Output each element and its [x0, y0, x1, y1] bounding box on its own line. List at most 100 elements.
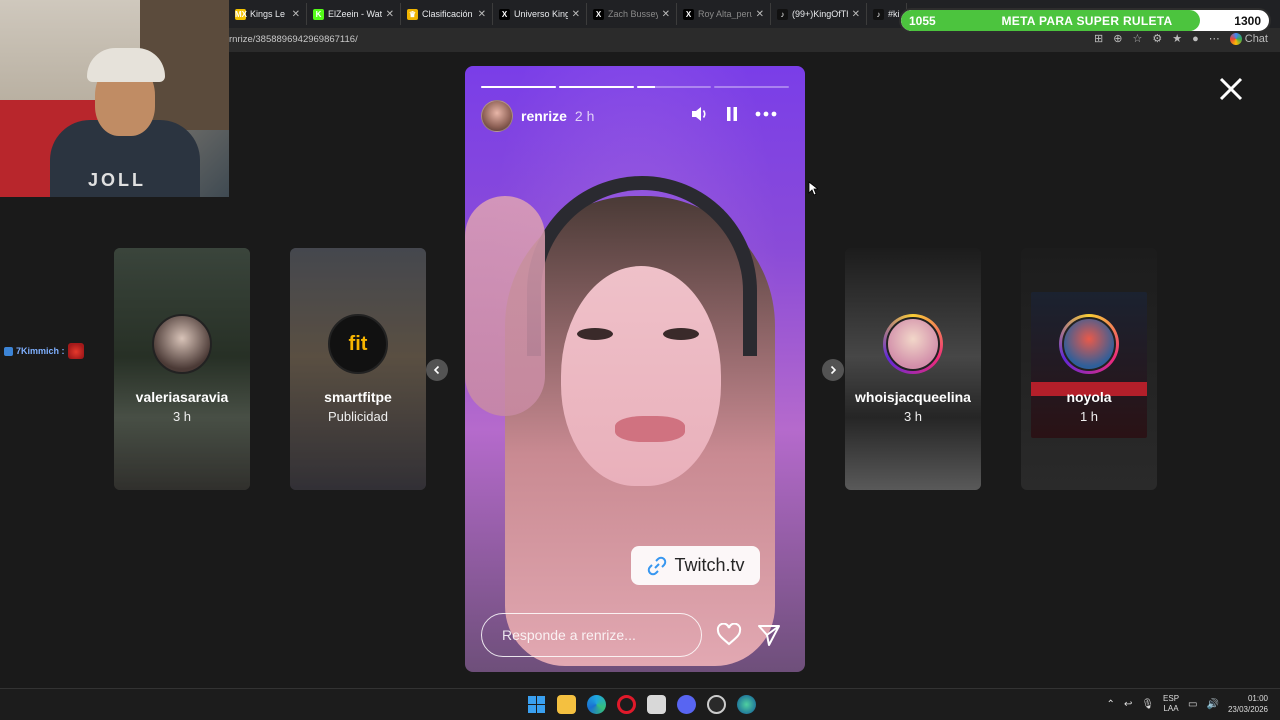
- chat-username: 7Kimmich :: [16, 346, 65, 356]
- input-language[interactable]: ESP LAA: [1163, 694, 1179, 714]
- smartfit-logo: fit: [348, 332, 368, 355]
- chat-button[interactable]: Chat: [1229, 32, 1268, 45]
- reply-input[interactable]: [482, 614, 701, 656]
- side-story-username: whoisjacqueelina: [855, 389, 971, 405]
- tab-favicon-icon: K: [313, 8, 324, 20]
- tab-close-icon[interactable]: ✕: [662, 9, 670, 20]
- browser-tab[interactable]: X Zach Bussey c ✕: [587, 3, 677, 25]
- side-story-avatar: fit: [328, 314, 388, 374]
- side-story-time: 3 h: [172, 409, 192, 424]
- favorites-icon[interactable]: ★: [1172, 32, 1182, 45]
- side-story-smartfitpe[interactable]: fit smartfitpe Publicidad: [290, 248, 426, 490]
- windows-taskbar: ⌃ ↩ 🎙 ESP LAA ▭ 🔊 01:00 23/03/2026: [0, 688, 1280, 720]
- profile-icon[interactable]: ●: [1192, 33, 1199, 45]
- tab-favicon-icon: X: [499, 8, 510, 20]
- stream-goal-bar: 1055 META PARA SUPER RULETA 1300: [899, 8, 1271, 33]
- side-story-whoisjacqueelina[interactable]: whoisjacqueelina 3 h: [845, 248, 981, 490]
- extensions-icon[interactable]: ⚙: [1152, 32, 1162, 45]
- tab-title: Universo Kings: [514, 9, 568, 19]
- next-story-button[interactable]: [822, 359, 844, 381]
- discord-icon[interactable]: [677, 695, 696, 714]
- zoom-icon[interactable]: ⊕: [1113, 32, 1122, 45]
- story-progress-segment: [636, 86, 712, 88]
- active-story[interactable]: renrize 2 h Twitch.tv Responde a renrize…: [465, 66, 805, 672]
- browser-tab[interactable]: K ElZeein - Watc ✕: [307, 3, 401, 25]
- volume-icon[interactable]: [691, 106, 709, 122]
- store-icon[interactable]: [647, 695, 666, 714]
- tab-title: ElZeein - Watc: [328, 9, 382, 19]
- tab-title: Clasificación | K: [422, 9, 474, 19]
- more-menu-icon[interactable]: ⋯: [1209, 32, 1220, 45]
- chat-emote-icon: [67, 343, 84, 359]
- browser-tab[interactable]: MX Kings Le ✕: [229, 3, 307, 25]
- pause-icon[interactable]: [725, 106, 739, 122]
- story-photo-hand: [465, 196, 545, 416]
- tab-title: Kings Le: [250, 9, 286, 19]
- chevron-left-icon: [433, 365, 440, 375]
- more-options-icon[interactable]: [755, 111, 777, 117]
- edge-browser-icon[interactable]: [587, 695, 606, 714]
- browser-tab[interactable]: ♛ Clasificación | K ✕: [401, 3, 493, 25]
- side-story-time: 3 h: [903, 409, 923, 424]
- tab-close-icon[interactable]: ✕: [852, 9, 860, 20]
- link-icon: [648, 556, 667, 575]
- tab-close-icon[interactable]: ✕: [292, 9, 300, 20]
- bookmark-star-icon[interactable]: ☆: [1132, 32, 1142, 45]
- tab-close-icon[interactable]: ✕: [572, 9, 580, 20]
- taskbar-clock[interactable]: 01:00 23/03/2026: [1228, 693, 1268, 715]
- clock-date: 23/03/2026: [1227, 705, 1268, 714]
- chevron-right-icon: [830, 365, 837, 375]
- tray-chevron-icon[interactable]: ⌃: [1107, 699, 1115, 710]
- file-explorer-icon[interactable]: [557, 695, 576, 714]
- streamer-webcam: JOLL: [0, 0, 229, 197]
- side-story-username: smartfitpe: [324, 389, 392, 405]
- side-story-username: noyola: [1066, 389, 1112, 405]
- story-progress-fill: [558, 86, 634, 88]
- browser-tab[interactable]: X Universo Kings ✕: [493, 3, 587, 25]
- mouse-cursor-icon: [808, 181, 818, 196]
- microphone-icon[interactable]: 🎙: [1141, 699, 1154, 710]
- side-story-label: Publicidad: [328, 409, 388, 424]
- opera-icon[interactable]: [617, 695, 636, 714]
- chat-button-label: Chat: [1244, 32, 1268, 45]
- previous-story-button[interactable]: [426, 359, 448, 381]
- story-author-username[interactable]: renrize: [521, 108, 567, 124]
- display-icon[interactable]: ▭: [1188, 699, 1197, 710]
- webcam-shirt-text: JOLL: [88, 170, 147, 190]
- link-sticker[interactable]: Twitch.tv: [631, 546, 760, 585]
- tab-close-icon[interactable]: ✕: [478, 9, 486, 20]
- browser-tab[interactable]: ♪ (99+)KingOfTh ✕: [771, 3, 867, 25]
- story-author-avatar[interactable]: [481, 100, 513, 132]
- link-sticker-label: Twitch.tv: [674, 555, 745, 575]
- browser-tab[interactable]: X Roy Alta_peru ✕: [677, 3, 771, 25]
- tab-close-icon[interactable]: ✕: [386, 9, 394, 20]
- send-direct-icon[interactable]: [757, 623, 781, 647]
- story-progress-segment: [481, 86, 556, 88]
- speaker-icon[interactable]: 🔊: [1207, 699, 1219, 710]
- side-story-avatar: [152, 314, 212, 374]
- tab-title: Zach Bussey c: [608, 9, 658, 19]
- story-progress-segment: [558, 86, 634, 88]
- tab-list: MX Kings Le ✕ K ElZeein - Watc ✕ ♛ Clasificació…: [229, 3, 907, 25]
- url-text[interactable]: rnrize/3858896942969867116/: [229, 34, 358, 45]
- side-story-valeriasaravia[interactable]: valeriasaravia 3 h: [114, 248, 250, 490]
- tab-favicon-icon: ♪: [777, 8, 788, 20]
- start-windows-icon[interactable]: [527, 695, 546, 714]
- taskbar-apps: [527, 695, 756, 714]
- globe-app-icon[interactable]: [737, 695, 756, 714]
- story-progress-bar: [481, 86, 789, 88]
- story-timestamp: 2 h: [574, 108, 595, 124]
- apps-icon[interactable]: ⊞: [1094, 32, 1103, 45]
- like-heart-icon[interactable]: [716, 623, 742, 647]
- tab-favicon-icon: ♪: [873, 8, 884, 20]
- story-header: renrize 2 h: [481, 100, 791, 132]
- address-bar-actions: ⊞ ⊕ ☆ ⚙ ★ ● ⋯ Chat: [1094, 32, 1268, 45]
- side-story-noyola[interactable]: noyola 1 h: [1021, 248, 1157, 490]
- tray-app-icon[interactable]: ↩: [1124, 699, 1132, 710]
- side-story-avatar: [1059, 314, 1119, 374]
- close-icon[interactable]: [1216, 74, 1246, 104]
- tab-close-icon[interactable]: ✕: [756, 9, 764, 20]
- side-story-time: 1 h: [1079, 409, 1099, 424]
- reply-box[interactable]: [481, 613, 702, 657]
- obs-icon[interactable]: [707, 695, 726, 714]
